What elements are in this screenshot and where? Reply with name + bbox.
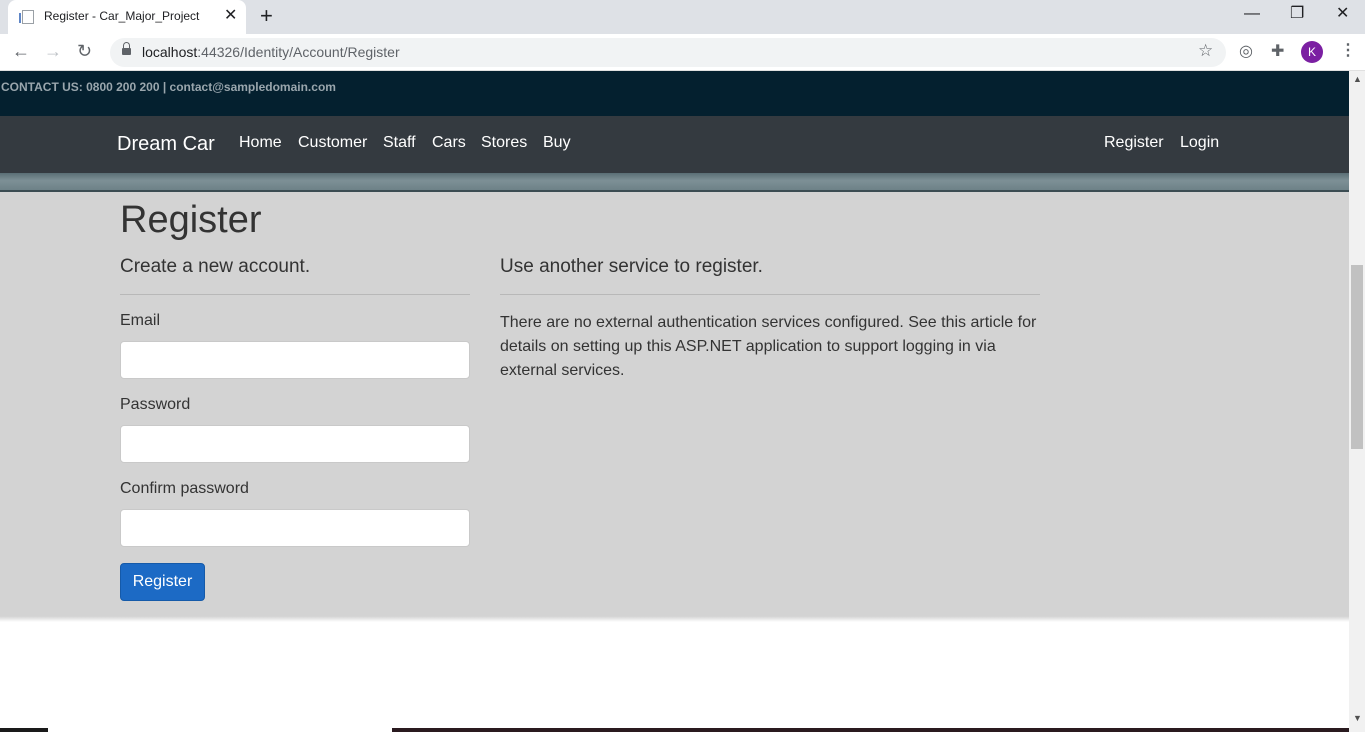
divider [120,294,470,295]
tab-close-icon[interactable]: ✕ [224,7,237,25]
reload-icon[interactable]: ↻ [77,41,92,61]
bookmark-star-icon[interactable]: ☆ [1198,41,1213,61]
window-close-button[interactable]: ✕ [1336,4,1349,24]
nav-link-staff[interactable]: Staff [383,134,416,152]
minimize-button[interactable]: — [1244,4,1260,24]
url-host: localhost [142,44,198,60]
nav-link-customer[interactable]: Customer [298,134,367,152]
forward-arrow-icon[interactable]: → [44,41,62,61]
register-button[interactable]: Register [120,563,205,601]
banner-image-strip [0,173,1349,192]
password-label: Password [120,396,191,413]
divider [500,294,1040,295]
scroll-down-arrow-icon[interactable]: ▼ [1353,713,1362,723]
page-viewport: CONTACT US: 0800 200 200 | contact@sampl… [0,71,1349,732]
browser-tab[interactable]: Register - Car_Major_Project ✕ [8,0,246,34]
footer-peek [0,728,1349,732]
nav-link-login[interactable]: Login [1180,134,1219,152]
scrollbar-thumb[interactable] [1351,265,1363,449]
browser-toolbar: ← → ↻ localhost:44326/Identity/Account/R… [0,34,1365,71]
profile-avatar[interactable]: K [1301,41,1323,63]
password-input[interactable] [120,425,470,463]
contact-text: CONTACT US: 0800 200 200 | contact@sampl… [1,80,336,94]
nav-link-register[interactable]: Register [1104,134,1164,152]
register-content: Register Create a new account. Email Pas… [0,192,1349,616]
content-shadow [0,616,1349,622]
page-scrollbar[interactable]: ▲ ▼ [1349,71,1365,732]
footer-edge [0,728,48,732]
email-label: Email [120,312,161,329]
nav-link-home[interactable]: Home [239,134,282,152]
external-services-heading: Use another service to register. [500,256,763,277]
brand-link[interactable]: Dream Car [117,133,215,156]
create-account-heading: Create a new account. [120,256,311,277]
browser-tab-strip: Register - Car_Major_Project ✕ + — ❐ ✕ [0,0,1365,34]
browser-menu-icon[interactable]: ⋮ [1340,40,1356,62]
lock-icon[interactable] [122,42,131,57]
extension-compass-icon[interactable]: ◎ [1239,43,1253,61]
back-arrow-icon[interactable]: ← [12,41,30,61]
extensions-puzzle-icon[interactable]: ✚ [1271,43,1284,61]
address-bar[interactable]: localhost:44326/Identity/Account/Registe… [110,38,1226,67]
confirm-password-label: Confirm password [120,480,249,497]
email-input[interactable] [120,341,470,379]
page-title: Register [120,199,262,241]
footer-edge [392,728,1349,732]
nav-link-stores[interactable]: Stores [481,134,527,152]
nav-link-cars[interactable]: Cars [432,134,466,152]
tab-title: Register - Car_Major_Project [44,9,200,23]
scroll-up-arrow-icon[interactable]: ▲ [1353,74,1362,84]
confirm-password-input[interactable] [120,509,470,547]
url-text[interactable]: localhost:44326/Identity/Account/Registe… [142,44,400,60]
new-tab-button[interactable]: + [260,4,273,28]
external-services-text: There are no external authentication ser… [500,314,1037,379]
url-path: :44326/Identity/Account/Register [197,44,400,60]
nav-link-buy[interactable]: Buy [543,134,571,152]
restore-button[interactable]: ❐ [1290,4,1304,24]
contact-bar: CONTACT US: 0800 200 200 | contact@sampl… [0,71,1349,116]
site-navbar: Dream Car Home Customer Staff Cars Store… [0,116,1349,173]
page-favicon-icon [19,10,34,24]
